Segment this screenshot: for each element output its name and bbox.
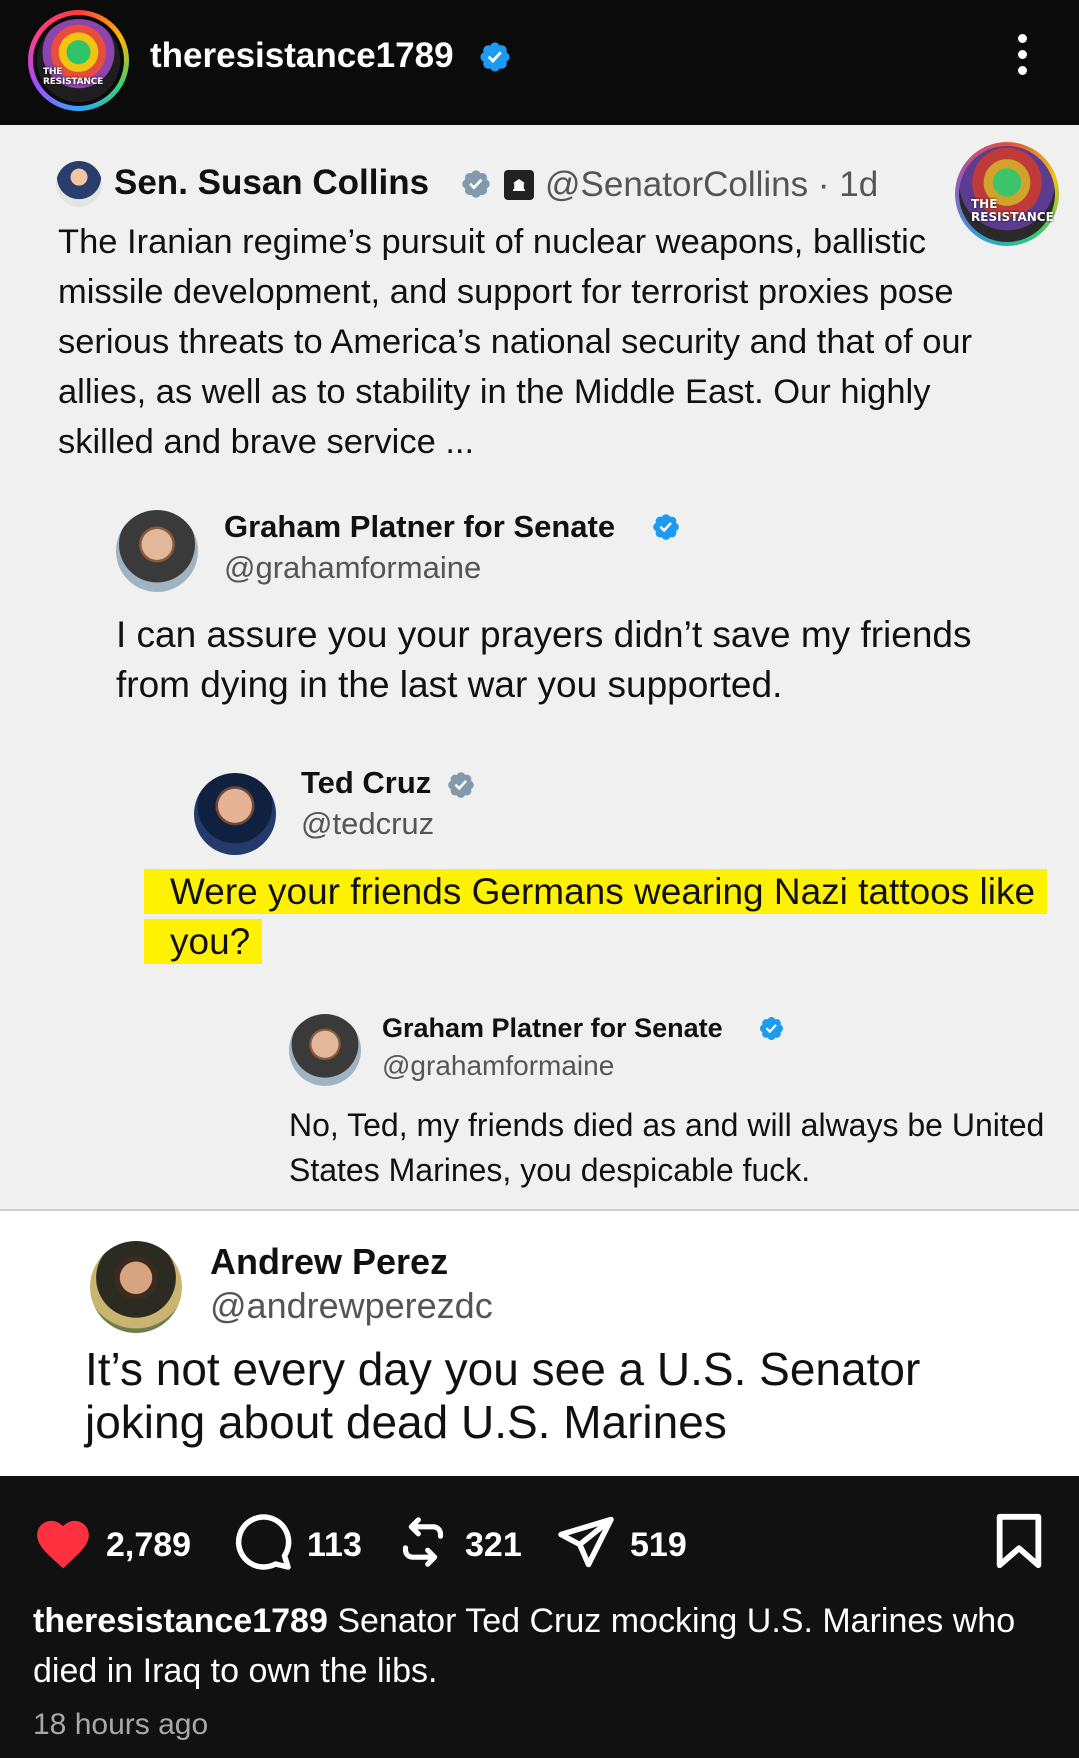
perez-tweet-text: It’s not every day you see a U.S. Senato… <box>85 1343 921 1448</box>
profile-avatar[interactable]: THE RESISTANCE <box>28 10 129 111</box>
send-paper-plane-icon <box>558 1516 614 1568</box>
platner-name: Graham Platner for Senate <box>382 1013 723 1043</box>
cruz-tweet-text: Were your friends Germans wearing Nazi t… <box>144 867 1065 967</box>
comment-button[interactable]: 113 <box>233 1512 363 1572</box>
tweet-screenshot: Sen. Susan Collins @SenatorCollins · 1d … <box>0 125 1079 1210</box>
platner-avatar <box>289 1014 361 1086</box>
post-username[interactable]: theresistance1789 <box>150 36 454 76</box>
watermark-text: THE RESISTANCE <box>971 197 1054 224</box>
caption-username[interactable]: theresistance1789 <box>33 1602 328 1640</box>
collins-avatar <box>56 161 102 207</box>
share-count: 519 <box>630 1526 687 1564</box>
verified-badge-icon <box>653 514 679 540</box>
like-button[interactable]: 2,789 <box>32 1512 202 1572</box>
cruz-handle: @tedcruz <box>301 806 435 841</box>
post-footer: 2,789 113 321 519 theresistance1789 Sena… <box>0 1476 1079 1758</box>
verified-gray-icon <box>448 772 474 798</box>
like-count: 2,789 <box>106 1526 192 1564</box>
platner-handle: @grahamformaine <box>382 1050 615 1081</box>
comment-bubble-icon <box>235 1514 292 1570</box>
post-header: THE RESISTANCE theresistance1789 <box>0 0 1079 125</box>
government-building-icon <box>504 170 534 200</box>
verified-gray-icon <box>462 170 490 198</box>
share-button[interactable]: 519 <box>556 1512 696 1572</box>
platner-name: Graham Platner for Senate <box>224 509 616 544</box>
perez-tweet: Andrew Perez @andrewperezdc It’s not eve… <box>0 1211 1079 1476</box>
verified-badge-icon <box>480 42 510 72</box>
platner-handle: @grahamformaine <box>224 550 482 585</box>
platner-tweet-text: I can assure you your prayers didn’t sav… <box>116 614 972 705</box>
comment-count: 113 <box>307 1526 362 1564</box>
post-caption: theresistance1789 Senator Ted Cruz mocki… <box>33 1596 1053 1696</box>
avatar-logo-text: THE RESISTANCE <box>43 67 104 87</box>
resistance-watermark-logo: THE RESISTANCE <box>955 142 1059 246</box>
collins-name: Sen. Susan Collins <box>114 163 430 202</box>
perez-avatar <box>90 1241 182 1333</box>
collins-tweet-text: The Iranian regime’s pursuit of nuclear … <box>58 223 973 461</box>
repost-count: 321 <box>465 1526 522 1564</box>
cruz-name: Ted Cruz <box>301 765 432 800</box>
bookmark-icon[interactable] <box>993 1512 1045 1570</box>
platner-avatar <box>116 510 198 592</box>
repost-icon <box>402 1517 444 1567</box>
heart-icon <box>37 1520 89 1569</box>
cruz-highlighted-text: Were your friends Germans wearing Nazi t… <box>144 869 1048 964</box>
cruz-avatar <box>194 773 276 855</box>
repost-button[interactable]: 321 <box>395 1512 535 1572</box>
post-timestamp: 18 hours ago <box>33 1708 209 1741</box>
platner-reply-text: No, Ted, my friends died as and will alw… <box>289 1107 1045 1188</box>
collins-handle: @SenatorCollins · 1d <box>545 165 879 204</box>
verified-badge-icon <box>759 1016 784 1041</box>
perez-handle: @andrewperezdc <box>210 1285 493 1326</box>
perez-name: Andrew Perez <box>210 1241 449 1282</box>
more-options-icon[interactable] <box>1012 34 1032 82</box>
